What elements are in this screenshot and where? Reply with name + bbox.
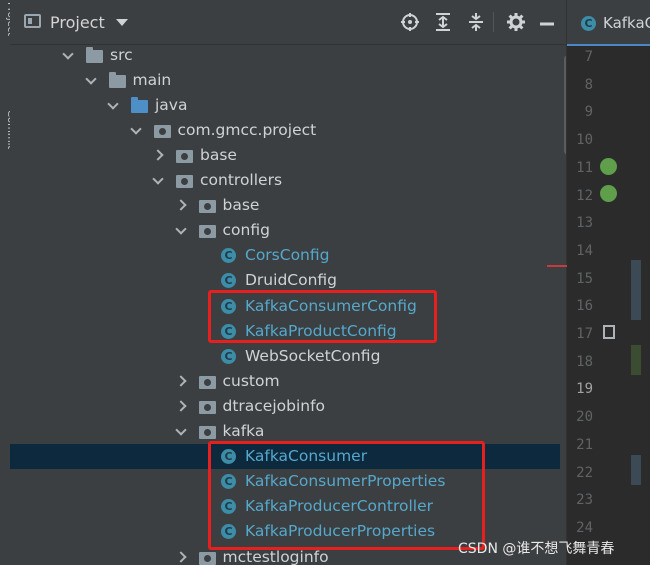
package-icon <box>198 225 216 239</box>
change-marker-added <box>631 345 641 375</box>
change-marker-modified <box>631 455 641 485</box>
chevron-down-icon[interactable] <box>62 47 74 60</box>
tree-item-folder[interactable]: com.gmcc.project <box>10 118 560 143</box>
project-panel-header: Project <box>10 0 566 45</box>
code-editor: C KafkaC 7 8 9 10 11 12 13 14 15 16 17 18 19 20 21 22 23… <box>547 0 650 565</box>
tree-item-folder[interactable]: base <box>10 143 560 168</box>
highlight-box-kafka <box>208 441 485 550</box>
source-folder-icon <box>131 96 148 113</box>
autowired-icon[interactable] <box>600 185 617 202</box>
class-icon: C <box>581 16 596 31</box>
package-icon <box>198 400 216 414</box>
collapse-all-icon[interactable] <box>466 12 486 32</box>
chevron-right-icon[interactable] <box>174 400 187 412</box>
package-icon <box>176 175 193 188</box>
ide-window: Project Commit Project srcmainj <box>0 0 650 565</box>
tree-item-label: base <box>200 145 237 164</box>
breakpoint-line <box>547 265 567 267</box>
bean-icon[interactable] <box>600 158 617 175</box>
highlight-box-config <box>208 290 437 343</box>
line-number: 8 <box>584 76 593 93</box>
chevron-down-icon[interactable] <box>152 173 164 185</box>
line-number: 20 <box>576 409 593 426</box>
tree-item-folder[interactable]: main <box>10 68 560 93</box>
tree-item-class[interactable]: C CorsConfig <box>10 243 560 268</box>
chevron-right-icon[interactable] <box>174 199 187 211</box>
line-number: 19 <box>576 381 593 398</box>
package-icon <box>198 200 216 214</box>
chevron-down-icon[interactable] <box>129 123 142 135</box>
folder-icon <box>108 71 126 88</box>
tree-item-folder[interactable]: dtracejobinfo <box>10 394 560 419</box>
tree-item-label: WebSocketConfig <box>245 346 381 365</box>
line-number: 24 <box>576 519 593 536</box>
line-number: 13 <box>576 215 593 232</box>
line-number: 14 <box>576 242 593 259</box>
chevron-down-icon[interactable] <box>116 19 128 26</box>
chevron-right-icon[interactable] <box>152 149 164 161</box>
editor-tab[interactable]: C KafkaC <box>567 0 650 46</box>
editor-tab-label: KafkaC <box>603 14 650 32</box>
tree-item-folder[interactable]: custom <box>10 369 560 394</box>
project-view-icon <box>24 14 41 28</box>
tree-item-label: custom <box>222 371 280 390</box>
class-icon: C <box>221 348 236 364</box>
tree-item-folder[interactable]: controllers <box>10 168 560 193</box>
header-divider <box>493 12 494 32</box>
tree-item-label: CorsConfig <box>245 246 330 265</box>
tree-item-folder[interactable]: config <box>10 218 560 243</box>
line-number: 7 <box>584 49 593 65</box>
minimize-icon[interactable] <box>537 14 557 26</box>
line-number: 18 <box>576 353 593 370</box>
chevron-down-icon[interactable] <box>174 223 187 235</box>
implementation-icon[interactable] <box>603 325 615 339</box>
class-icon: C <box>221 273 236 289</box>
line-number: 16 <box>576 298 593 315</box>
package-icon <box>198 375 216 389</box>
tree-item-label: base <box>222 196 260 215</box>
package-icon <box>198 551 216 565</box>
tree-item-label: com.gmcc.project <box>177 120 317 139</box>
gear-icon[interactable] <box>506 12 526 32</box>
line-number: 21 <box>576 436 593 453</box>
tree-item-label: config <box>222 221 270 240</box>
chevron-down-icon[interactable] <box>107 98 119 110</box>
tree-item-label: java <box>155 95 188 114</box>
watermark: CSDN @谁不想飞舞青春 <box>458 541 615 557</box>
folder-icon <box>86 46 103 63</box>
tree-item-folder[interactable]: base <box>10 193 560 218</box>
change-marker <box>631 260 641 320</box>
line-number: 15 <box>576 270 593 287</box>
chevron-down-icon[interactable] <box>174 424 187 436</box>
package-icon <box>198 426 216 439</box>
line-number: 11 <box>576 159 593 176</box>
package-icon <box>153 124 171 138</box>
tree-item-label: src <box>110 45 133 64</box>
chevron-down-icon[interactable] <box>84 72 97 85</box>
package-icon <box>176 149 193 163</box>
expand-all-icon[interactable] <box>433 12 453 32</box>
chevron-right-icon[interactable] <box>174 550 187 563</box>
tree-item-label: main <box>132 70 172 89</box>
tree-item-label: dtracejobinfo <box>222 396 326 415</box>
tree-item-folder[interactable]: src <box>10 43 560 68</box>
tree-item-folder[interactable]: java <box>10 93 560 118</box>
tree-item-class[interactable]: C WebSocketConfig <box>10 344 560 369</box>
class-icon: C <box>221 248 236 264</box>
line-number: 17 <box>576 326 593 342</box>
line-number: 9 <box>584 104 593 121</box>
line-number: 10 <box>576 132 593 149</box>
tree-item-label: controllers <box>200 171 283 189</box>
chevron-right-icon[interactable] <box>174 375 187 387</box>
locate-file-icon[interactable] <box>400 12 420 32</box>
line-number: 12 <box>576 187 593 204</box>
line-number: 22 <box>576 464 593 481</box>
panel-title[interactable]: Project <box>50 13 105 32</box>
line-number: 23 <box>576 492 593 509</box>
